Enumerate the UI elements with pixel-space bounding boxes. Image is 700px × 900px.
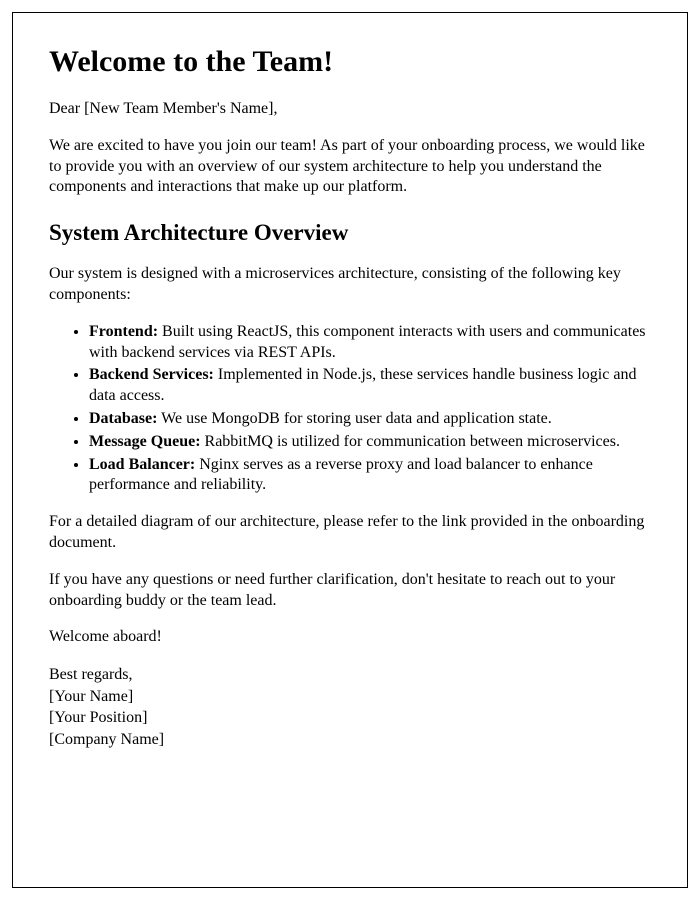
list-item: Frontend: Built using ReactJS, this comp… (89, 322, 651, 364)
component-list: Frontend: Built using ReactJS, this comp… (49, 322, 651, 496)
list-item: Load Balancer: Nginx serves as a reverse… (89, 455, 651, 497)
sender-position: [Your Position] (49, 709, 147, 726)
component-label: Database: (89, 410, 157, 427)
component-label: Frontend: (89, 323, 158, 340)
component-label: Load Balancer: (89, 456, 195, 473)
list-item: Backend Services: Implemented in Node.js… (89, 365, 651, 407)
component-label: Backend Services: (89, 366, 214, 383)
document-page: Welcome to the Team! Dear [New Team Memb… (12, 12, 688, 888)
closing-line: Best regards, (49, 666, 133, 683)
component-desc: RabbitMQ is utilized for communication b… (201, 433, 620, 450)
greeting-line: Dear [New Team Member's Name], (49, 99, 651, 120)
list-item: Message Queue: RabbitMQ is utilized for … (89, 432, 651, 453)
questions-note: If you have any questions or need furthe… (49, 570, 651, 612)
company-name: [Company Name] (49, 731, 164, 748)
component-label: Message Queue: (89, 433, 201, 450)
diagram-note: For a detailed diagram of our architectu… (49, 512, 651, 554)
sender-name: [Your Name] (49, 688, 133, 705)
list-item: Database: We use MongoDB for storing use… (89, 409, 651, 430)
page-title: Welcome to the Team! (49, 45, 651, 79)
section-heading: System Architecture Overview (49, 220, 651, 246)
component-desc: We use MongoDB for storing user data and… (157, 410, 551, 427)
component-desc: Built using ReactJS, this component inte… (89, 323, 646, 361)
welcome-line: Welcome aboard! (49, 627, 651, 648)
signoff-block: Best regards, [Your Name] [Your Position… (49, 664, 651, 750)
intro-paragraph: We are excited to have you join our team… (49, 136, 651, 198)
section-intro: Our system is designed with a microservi… (49, 264, 651, 306)
